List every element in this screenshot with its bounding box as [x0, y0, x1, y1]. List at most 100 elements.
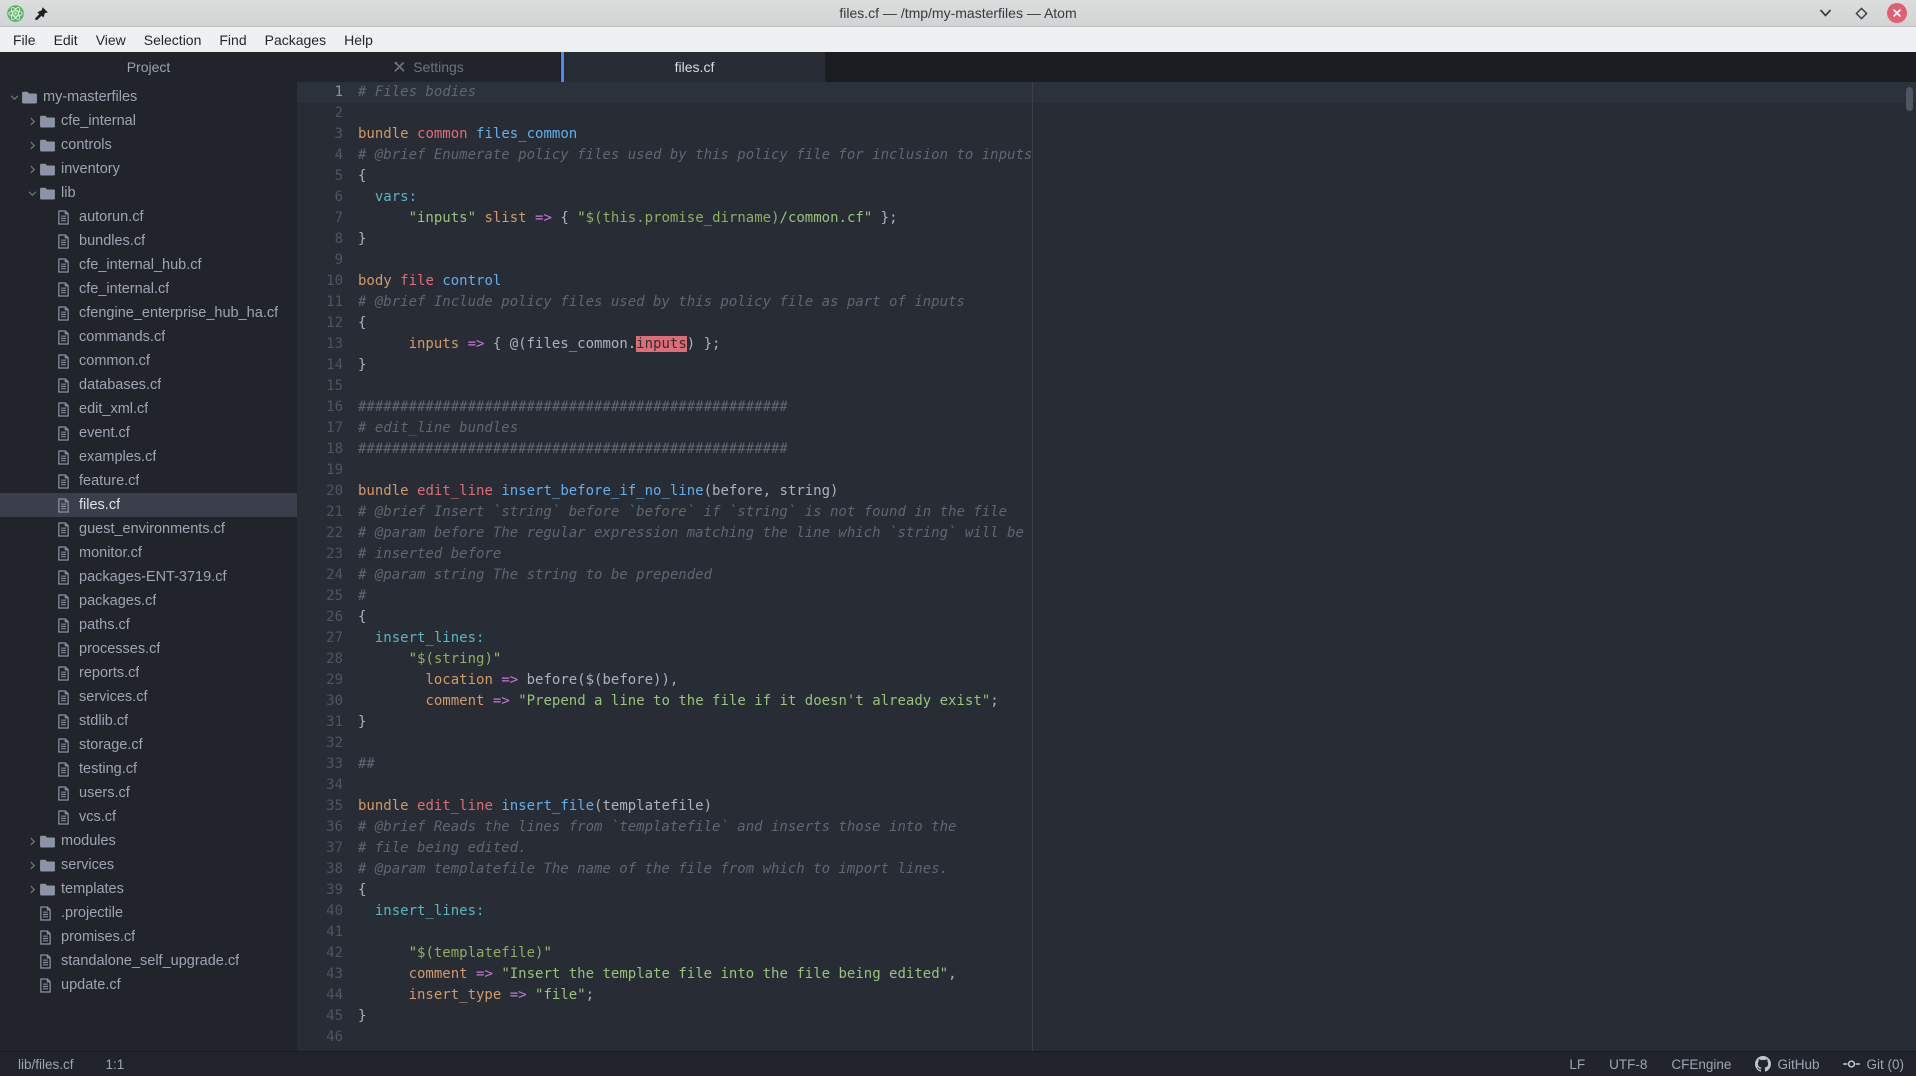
code-line-7[interactable]: 7 "inputs" slist => { "$(this.promise_di…	[297, 208, 1916, 229]
status-encoding[interactable]: UTF-8	[1609, 1057, 1647, 1072]
code-line-18[interactable]: 18######################################…	[297, 439, 1916, 460]
tree-item-cfe-internal-cf[interactable]: cfe_internal.cf	[0, 277, 297, 301]
code-line-5[interactable]: 5{	[297, 166, 1916, 187]
code-line-39[interactable]: 39{	[297, 880, 1916, 901]
code-line-36[interactable]: 36# @brief Reads the lines from `templat…	[297, 817, 1916, 838]
code-line-27[interactable]: 27 insert_lines:	[297, 628, 1916, 649]
tree-item-services-cf[interactable]: services.cf	[0, 685, 297, 709]
tree-item-examples-cf[interactable]: examples.cf	[0, 445, 297, 469]
tree-item-packages-cf[interactable]: packages.cf	[0, 589, 297, 613]
close-icon[interactable]	[1887, 3, 1907, 23]
chevron-right-icon[interactable]	[25, 884, 39, 895]
code-line-42[interactable]: 42 "$(templatefile)"	[297, 943, 1916, 964]
code-line-30[interactable]: 30 comment => "Prepend a line to the fil…	[297, 691, 1916, 712]
code-line-26[interactable]: 26{	[297, 607, 1916, 628]
code-line-45[interactable]: 45}	[297, 1006, 1916, 1027]
tree-item-services[interactable]: services	[0, 853, 297, 877]
code-line-41[interactable]: 41	[297, 922, 1916, 943]
chevron-down-icon[interactable]	[25, 188, 39, 199]
status-file-path[interactable]: lib/files.cf	[18, 1057, 74, 1072]
code-line-8[interactable]: 8}	[297, 229, 1916, 250]
code-line-38[interactable]: 38# @param templatefile The name of the …	[297, 859, 1916, 880]
code-line-46[interactable]: 46	[297, 1027, 1916, 1048]
code-line-22[interactable]: 22# @param before The regular expression…	[297, 523, 1916, 544]
code-line-33[interactable]: 33##	[297, 754, 1916, 775]
chevron-right-icon[interactable]	[25, 836, 39, 847]
tree-item-lib[interactable]: lib	[0, 181, 297, 205]
status-grammar[interactable]: CFEngine	[1671, 1057, 1731, 1072]
code-line-28[interactable]: 28 "$(string)"	[297, 649, 1916, 670]
chevron-right-icon[interactable]	[25, 116, 39, 127]
tree-item-monitor-cf[interactable]: monitor.cf	[0, 541, 297, 565]
tree-item-autorun-cf[interactable]: autorun.cf	[0, 205, 297, 229]
chevron-right-icon[interactable]	[25, 860, 39, 871]
status-line-ending[interactable]: LF	[1569, 1057, 1585, 1072]
code-line-29[interactable]: 29 location => before($(before)),	[297, 670, 1916, 691]
tree-item-common-cf[interactable]: common.cf	[0, 349, 297, 373]
code-line-10[interactable]: 10body file control	[297, 271, 1916, 292]
code-line-2[interactable]: 2	[297, 103, 1916, 124]
tab-settings[interactable]: Settings	[297, 52, 561, 82]
code-line-16[interactable]: 16######################################…	[297, 397, 1916, 418]
status-git[interactable]: Git (0)	[1843, 1057, 1904, 1072]
chevron-down-icon[interactable]	[7, 92, 21, 103]
tree-item-cfengine-enterprise-hub-ha-cf[interactable]: cfengine_enterprise_hub_ha.cf	[0, 301, 297, 325]
tree-item-feature-cf[interactable]: feature.cf	[0, 469, 297, 493]
menu-edit[interactable]: Edit	[45, 29, 87, 51]
code-line-34[interactable]: 34	[297, 775, 1916, 796]
tree-item--projectile[interactable]: .projectile	[0, 901, 297, 925]
tree-item-processes-cf[interactable]: processes.cf	[0, 637, 297, 661]
tree-item-files-cf[interactable]: files.cf	[0, 493, 297, 517]
code-line-43[interactable]: 43 comment => "Insert the template file …	[297, 964, 1916, 985]
code-line-40[interactable]: 40 insert_lines:	[297, 901, 1916, 922]
menu-help[interactable]: Help	[335, 29, 382, 51]
code-line-13[interactable]: 13 inputs => { @(files_common.inputs) };	[297, 334, 1916, 355]
tree-item-event-cf[interactable]: event.cf	[0, 421, 297, 445]
tree-item-my-masterfiles[interactable]: my-masterfiles	[0, 85, 297, 109]
tree-item-stdlib-cf[interactable]: stdlib.cf	[0, 709, 297, 733]
tree-item-vcs-cf[interactable]: vcs.cf	[0, 805, 297, 829]
tree-item-commands-cf[interactable]: commands.cf	[0, 325, 297, 349]
chevron-right-icon[interactable]	[25, 164, 39, 175]
code-line-11[interactable]: 11# @brief Include policy files used by …	[297, 292, 1916, 313]
code-line-17[interactable]: 17# edit_line bundles	[297, 418, 1916, 439]
code-line-6[interactable]: 6 vars:	[297, 187, 1916, 208]
tree-item-packages-ent-3719-cf[interactable]: packages-ENT-3719.cf	[0, 565, 297, 589]
tree-item-testing-cf[interactable]: testing.cf	[0, 757, 297, 781]
code-line-14[interactable]: 14}	[297, 355, 1916, 376]
status-github[interactable]: GitHub	[1755, 1056, 1819, 1072]
status-cursor-position[interactable]: 1:1	[106, 1057, 125, 1072]
maximize-icon[interactable]	[1851, 3, 1872, 24]
code-line-25[interactable]: 25#	[297, 586, 1916, 607]
code-line-24[interactable]: 24# @param string The string to be prepe…	[297, 565, 1916, 586]
tree-item-paths-cf[interactable]: paths.cf	[0, 613, 297, 637]
code-line-20[interactable]: 20bundle edit_line insert_before_if_no_l…	[297, 481, 1916, 502]
tree-item-databases-cf[interactable]: databases.cf	[0, 373, 297, 397]
code-line-32[interactable]: 32	[297, 733, 1916, 754]
tree-item-inventory[interactable]: inventory	[0, 157, 297, 181]
code-line-35[interactable]: 35bundle edit_line insert_file(templatef…	[297, 796, 1916, 817]
tree-item-update-cf[interactable]: update.cf	[0, 973, 297, 997]
code-line-12[interactable]: 12{	[297, 313, 1916, 334]
tree-item-controls[interactable]: controls	[0, 133, 297, 157]
tree-item-edit-xml-cf[interactable]: edit_xml.cf	[0, 397, 297, 421]
menu-view[interactable]: View	[87, 29, 135, 51]
tree-item-reports-cf[interactable]: reports.cf	[0, 661, 297, 685]
code-line-3[interactable]: 3bundle common files_common	[297, 124, 1916, 145]
tree-item-guest-environments-cf[interactable]: guest_environments.cf	[0, 517, 297, 541]
code-line-37[interactable]: 37# file being edited.	[297, 838, 1916, 859]
vertical-scrollbar[interactable]	[1906, 87, 1913, 111]
tab-files-cf[interactable]: files.cf	[561, 52, 825, 82]
code-line-4[interactable]: 4# @brief Enumerate policy files used by…	[297, 145, 1916, 166]
code-line-19[interactable]: 19	[297, 460, 1916, 481]
tree-item-promises-cf[interactable]: promises.cf	[0, 925, 297, 949]
tree-item-bundles-cf[interactable]: bundles.cf	[0, 229, 297, 253]
tree-item-cfe-internal-hub-cf[interactable]: cfe_internal_hub.cf	[0, 253, 297, 277]
code-line-23[interactable]: 23# inserted before	[297, 544, 1916, 565]
minimize-icon[interactable]	[1815, 3, 1836, 24]
menu-selection[interactable]: Selection	[135, 29, 211, 51]
code-line-9[interactable]: 9	[297, 250, 1916, 271]
code-line-15[interactable]: 15	[297, 376, 1916, 397]
code-line-21[interactable]: 21# @brief Insert `string` before `befor…	[297, 502, 1916, 523]
tree-item-storage-cf[interactable]: storage.cf	[0, 733, 297, 757]
